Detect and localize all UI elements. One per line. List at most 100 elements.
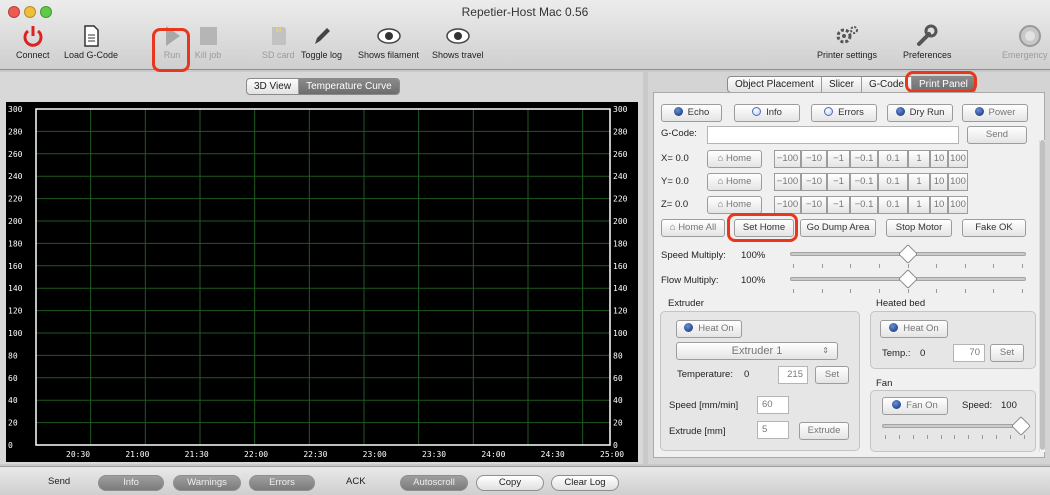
x-jog-button[interactable]: −100 [774,150,801,168]
extrude-button[interactable]: Extrude [799,422,849,440]
tab-object-placement[interactable]: Object Placement [728,77,822,92]
gcode-input[interactable] [707,126,959,144]
y-jog-button[interactable]: −10 [801,173,827,191]
send-gcode-button[interactable]: Send [967,126,1027,144]
temperature-chart-svg: 300 300280 280260 260240 240220 220200 200180 1… [8,105,628,459]
connect-button[interactable]: Connect [16,24,50,60]
z-jog-button[interactable]: 1 [908,196,930,214]
panel-scrollbar[interactable] [1040,140,1045,450]
z-jog-button[interactable]: 100 [948,196,968,214]
home-icon: ⌂ [717,199,727,210]
x-jog-button[interactable]: −10 [801,150,827,168]
z-jog-button[interactable]: 0.1 [878,196,908,214]
x-tick-label: 21:30 [185,450,209,459]
power-label: Power [988,107,1016,118]
y-tick-label-right: 60 [613,374,623,383]
stop-icon [194,24,222,48]
extruder-select-value: Extruder 1 [731,345,783,357]
kill-job-button[interactable]: Kill job [194,24,222,60]
y-tick-label-left: 60 [8,374,18,383]
preferences-button[interactable]: Preferences [903,24,952,60]
bed-heat-led-icon [889,323,899,332]
shows-filament-button[interactable]: Shows filament [358,24,419,60]
z-jog-button[interactable]: −1 [827,196,850,214]
y-jog-button[interactable]: −1 [827,173,850,191]
extruder-speed-input[interactable]: 60 [757,396,789,414]
shows-travel-button[interactable]: Shows travel [432,24,484,60]
log-autoscroll-toggle[interactable]: Autoscroll [400,475,468,491]
log-info-filter[interactable]: Info [98,475,164,491]
x-jog-button[interactable]: −0.1 [850,150,878,168]
bed-target-input[interactable]: 70 [953,344,985,362]
home-icon: ⌂ [669,222,679,233]
y-tick-label-left: 100 [8,329,23,338]
emergency-stop-button[interactable]: Emergency St [1002,24,1050,60]
x-jog-button[interactable]: 0.1 [878,150,908,168]
x-jog-button[interactable]: −1 [827,150,850,168]
z-jog-button[interactable]: −10 [801,196,827,214]
echo-toggle[interactable]: Echo [661,104,722,122]
y-tick-label-right: 120 [613,307,628,316]
stop-motor-button[interactable]: Stop Motor [886,219,952,237]
home-label: Home [726,176,752,187]
extruder-heat-on-toggle[interactable]: Heat On [676,320,742,338]
x-home-button[interactable]: ⌂ Home [707,150,762,168]
x-jog-button[interactable]: 10 [930,150,948,168]
flow-multiply-label: Flow Multiply: [661,275,719,286]
z-jog-button[interactable]: −0.1 [850,196,878,214]
log-ack-label: ACK [346,476,366,487]
dry-run-label: Dry Run [909,107,945,118]
y-home-button[interactable]: ⌂ Home [707,173,762,191]
errors-toggle[interactable]: Errors [811,104,877,122]
home-all-button[interactable]: ⌂ Home All [661,219,725,237]
log-warnings-filter[interactable]: Warnings [173,475,241,491]
log-copy-button[interactable]: Copy [476,475,544,491]
y-jog-button[interactable]: 1 [908,173,930,191]
printer-settings-button[interactable]: Printer settings [817,24,877,60]
y-tick-label-left: 220 [8,195,23,204]
x-tick-label: 22:00 [244,450,268,459]
dry-run-toggle[interactable]: Dry Run [887,104,953,122]
toggle-log-button[interactable]: Toggle log [301,24,342,60]
heated-bed-title: Heated bed [876,298,926,309]
fan-led-icon [892,400,902,409]
sd-card-button[interactable]: SD card [262,24,295,60]
z-jog-button[interactable]: −100 [774,196,801,214]
extrude-amount-input[interactable]: 5 [757,421,789,439]
extruder-set-button[interactable]: Set [815,366,849,384]
home-label: Home [726,199,752,210]
set-home-highlight [727,213,798,242]
extruder-target-input[interactable]: 215 [778,366,808,384]
load-gcode-button[interactable]: Load G-Code [64,24,118,60]
y-jog-button[interactable]: 0.1 [878,173,908,191]
tab-3d-view[interactable]: 3D View [247,79,300,94]
y-jog-button[interactable]: 10 [930,173,948,191]
extruder-select[interactable]: Extruder 1 ⇕ [676,342,838,360]
z-jog-button[interactable]: 10 [930,196,948,214]
extruder-temperature-value: 0 [744,369,750,380]
x-jog-button[interactable]: 1 [908,150,930,168]
y-jog-button[interactable]: −0.1 [850,173,878,191]
bed-set-button[interactable]: Set [990,344,1024,362]
errors-led-icon [824,107,834,116]
fake-ok-button[interactable]: Fake OK [962,219,1026,237]
fan-on-toggle[interactable]: Fan On [882,397,948,415]
shows-filament-label: Shows filament [358,50,420,60]
power-toggle[interactable]: Power [962,104,1028,122]
y-jog-button[interactable]: −100 [774,173,801,191]
tab-temperature-curve[interactable]: Temperature Curve [299,79,399,94]
info-toggle[interactable]: Info [734,104,800,122]
fan-speed-slider[interactable] [882,424,1028,428]
log-clear-button[interactable]: Clear Log [551,475,619,491]
eye-icon [375,24,403,48]
x-tick-label: 21:00 [125,450,149,459]
y-tick-label-left: 260 [8,150,23,159]
x-jog-button[interactable]: 100 [948,150,968,168]
go-dump-area-button[interactable]: Go Dump Area [800,219,876,237]
y-tick-label-left: 300 [8,105,23,114]
y-jog-button[interactable]: 100 [948,173,968,191]
bed-heat-on-toggle[interactable]: Heat On [880,320,948,338]
tab-slicer[interactable]: Slicer [822,77,862,92]
z-home-button[interactable]: ⌂ Home [707,196,762,214]
log-errors-filter[interactable]: Errors [249,475,315,491]
